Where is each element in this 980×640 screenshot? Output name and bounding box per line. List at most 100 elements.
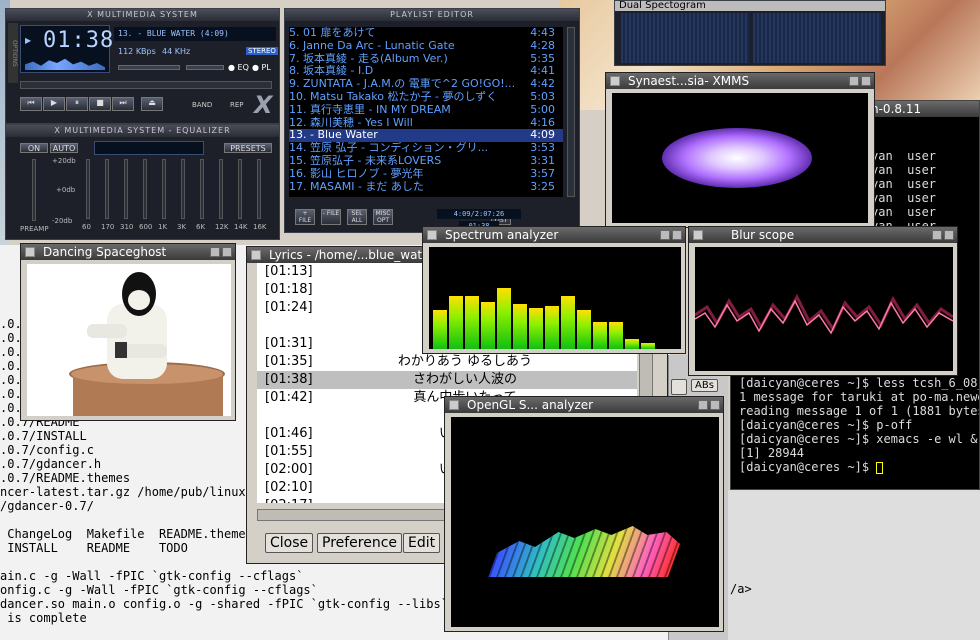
- window-menu-icon[interactable]: [693, 230, 703, 240]
- lyrics-line[interactable]: [01:38] さわがしい人波の: [257, 371, 637, 389]
- spectrum-bar: [545, 306, 559, 349]
- playlist-item[interactable]: 8. 坂本真綾 - I.D 4:41: [289, 65, 563, 78]
- playlist-item-duration: 4:42: [530, 78, 555, 91]
- playlist-item-title: 7. 坂本真綾 - 走る(Album Ver.): [289, 52, 448, 65]
- spaceghost-window[interactable]: Dancing Spaceghost: [20, 243, 236, 421]
- playlist-button[interactable]: - FILE: [321, 209, 341, 225]
- side-button[interactable]: [671, 379, 687, 395]
- eq-band-slider[interactable]: [181, 159, 185, 219]
- maximize-icon[interactable]: [222, 247, 232, 257]
- synaesthesia-window[interactable]: Synaest...sia- XMMS: [605, 72, 875, 228]
- spectrum-bar: [529, 308, 543, 349]
- edit-button[interactable]: Edit: [403, 533, 441, 553]
- balance-slider[interactable]: [186, 65, 224, 70]
- playlist-button[interactable]: SEL ALL: [347, 209, 367, 225]
- lyrics-line[interactable]: [01:35] わかりあう ゆるしあう: [257, 353, 637, 371]
- spectrum-bar: [481, 302, 495, 349]
- eq-band-slider[interactable]: [124, 159, 128, 219]
- cursor: [876, 461, 884, 474]
- playlist-window[interactable]: PLAYLIST EDITOR 5. 01 扉をあけて 4:43 6. Janne …: [284, 8, 580, 233]
- playlist-titlebar[interactable]: PLAYLIST EDITOR: [285, 9, 579, 21]
- mini-visualizer: [25, 58, 105, 70]
- playlist-item[interactable]: 11. 真行寺恵里 - IN MY DREAM 5:00: [289, 104, 563, 117]
- playlist-item[interactable]: 16. 影山 ヒロノブ - 夢光年 3:57: [289, 168, 563, 181]
- previous-button[interactable]: ⏮: [20, 97, 42, 111]
- playlist-item[interactable]: 14. 笠原 弘子 - コンディション・グリ... 3:53: [289, 142, 563, 155]
- stop-button[interactable]: ■: [89, 97, 111, 111]
- playlist-item[interactable]: 12. 森川美穂 - Yes I Will 4:16: [289, 117, 563, 130]
- eq-presets-button[interactable]: PRESETS: [224, 143, 272, 153]
- spaceghost-titlebar[interactable]: Dancing Spaceghost: [21, 244, 235, 260]
- opengl-bars: [488, 517, 690, 577]
- spectrum-titlebar[interactable]: Spectrum analyzer: [423, 227, 685, 243]
- maximize-icon[interactable]: [710, 400, 720, 410]
- pause-button[interactable]: ⏸: [66, 97, 88, 111]
- band-toggle[interactable]: BAND: [192, 101, 212, 109]
- maximize-icon[interactable]: [672, 230, 682, 240]
- dual-spectrogram-title[interactable]: Dual Spectogram: [615, 1, 885, 11]
- play-button[interactable]: ▶: [43, 97, 65, 111]
- eq-band-slider[interactable]: [143, 159, 147, 219]
- opengl-titlebar[interactable]: OpenGL S... analyzer: [445, 397, 723, 413]
- playlist-button[interactable]: + FILE: [295, 209, 315, 225]
- eject-button[interactable]: ⏏: [141, 97, 163, 111]
- maximize-icon[interactable]: [944, 230, 954, 240]
- right-terminal-output: [daicyan@ceres ~]$ less tcsh_6_08_ 1 mess…: [739, 376, 979, 486]
- seek-bar[interactable]: [20, 81, 272, 89]
- eq-band-slider[interactable]: [238, 159, 242, 219]
- window-menu-icon[interactable]: [427, 230, 437, 240]
- opengl-canvas: [451, 417, 719, 627]
- eq-band-slider[interactable]: [257, 159, 261, 219]
- equalizer-titlebar[interactable]: X MULTIMEDIA SYSTEM - EQUALIZER: [6, 125, 279, 137]
- playlist-scrollbar[interactable]: [567, 27, 575, 197]
- maximize-icon[interactable]: [861, 76, 871, 86]
- eq-band-slider[interactable]: [162, 159, 166, 219]
- spectrum-bar: [625, 339, 639, 349]
- window-menu-icon[interactable]: [25, 247, 35, 257]
- minimize-icon[interactable]: [849, 76, 859, 86]
- blur-scope-window[interactable]: Blur scope: [688, 226, 958, 376]
- window-menu-icon[interactable]: [610, 76, 620, 86]
- dual-spectrogram-window[interactable]: Dual Spectogram: [614, 0, 886, 66]
- synaesthesia-titlebar[interactable]: Synaest...sia- XMMS: [606, 73, 874, 89]
- xmms-main-window[interactable]: X MULTIMEDIA SYSTEM OPTIONS ▶ 01:38 13. …: [5, 8, 280, 124]
- pl-toggle[interactable]: ● PL: [252, 63, 271, 72]
- preamp-slider[interactable]: [32, 159, 36, 221]
- playlist-item[interactable]: 9. ZUNTATA - J.A.M.の 電車で^2 GO!GO!... 4:42: [289, 78, 563, 91]
- eq-band-slider[interactable]: [86, 159, 90, 219]
- eq-band-slider[interactable]: [219, 159, 223, 219]
- eq-toggle[interactable]: ● EQ: [228, 63, 249, 72]
- eq-band-slider[interactable]: [200, 159, 204, 219]
- eq-auto-button[interactable]: AUTO: [50, 143, 78, 153]
- eq-band-slider[interactable]: [105, 159, 109, 219]
- minimize-icon[interactable]: [698, 400, 708, 410]
- elapsed-time: 01:38: [43, 28, 115, 53]
- playlist-item[interactable]: 6. Janne Da Arc - Lunatic Gate 4:28: [289, 40, 563, 53]
- playlist-item[interactable]: 13. - Blue Water 4:09: [289, 129, 563, 143]
- blur-scope-titlebar[interactable]: Blur scope: [689, 227, 957, 243]
- playlist-item[interactable]: 15. 笠原弘子 - 未来系LOVERS 3:31: [289, 155, 563, 168]
- xmms-equalizer-window[interactable]: X MULTIMEDIA SYSTEM - EQUALIZER ON AUTO …: [5, 124, 280, 240]
- playlist-item[interactable]: 10. Matsu Takako 松たか子 - 夢のしずく 5:03: [289, 91, 563, 104]
- xmms-main-titlebar[interactable]: X MULTIMEDIA SYSTEM: [6, 9, 279, 21]
- playlist-button[interactable]: MISC OPT: [373, 209, 393, 225]
- spectrum-analyzer-window[interactable]: Spectrum analyzer: [422, 226, 686, 354]
- volume-slider[interactable]: [118, 65, 180, 70]
- minimize-icon[interactable]: [210, 247, 220, 257]
- playlist-item[interactable]: 5. 01 扉をあけて 4:43: [289, 27, 563, 40]
- repeat-toggle[interactable]: REP: [230, 101, 244, 109]
- next-button[interactable]: ⏭: [112, 97, 134, 111]
- playlist-item[interactable]: 7. 坂本真綾 - 走る(Album Ver.) 5:35: [289, 53, 563, 66]
- window-menu-icon[interactable]: [251, 250, 261, 260]
- ab-button[interactable]: ABs: [691, 379, 718, 392]
- opengl-analyzer-window[interactable]: OpenGL S... analyzer: [444, 396, 724, 632]
- opengl-title: OpenGL S... analyzer: [467, 398, 594, 412]
- window-menu-icon[interactable]: [449, 400, 459, 410]
- preference-button[interactable]: Preference: [317, 533, 403, 553]
- close-button[interactable]: Close: [265, 533, 314, 553]
- minimize-icon[interactable]: [932, 230, 942, 240]
- eq-band-label: 14K: [234, 223, 248, 231]
- minimize-icon[interactable]: [660, 230, 670, 240]
- eq-on-button[interactable]: ON: [20, 143, 48, 153]
- playlist-item[interactable]: 17. MASAMI - まだ あした 3:25: [289, 181, 563, 194]
